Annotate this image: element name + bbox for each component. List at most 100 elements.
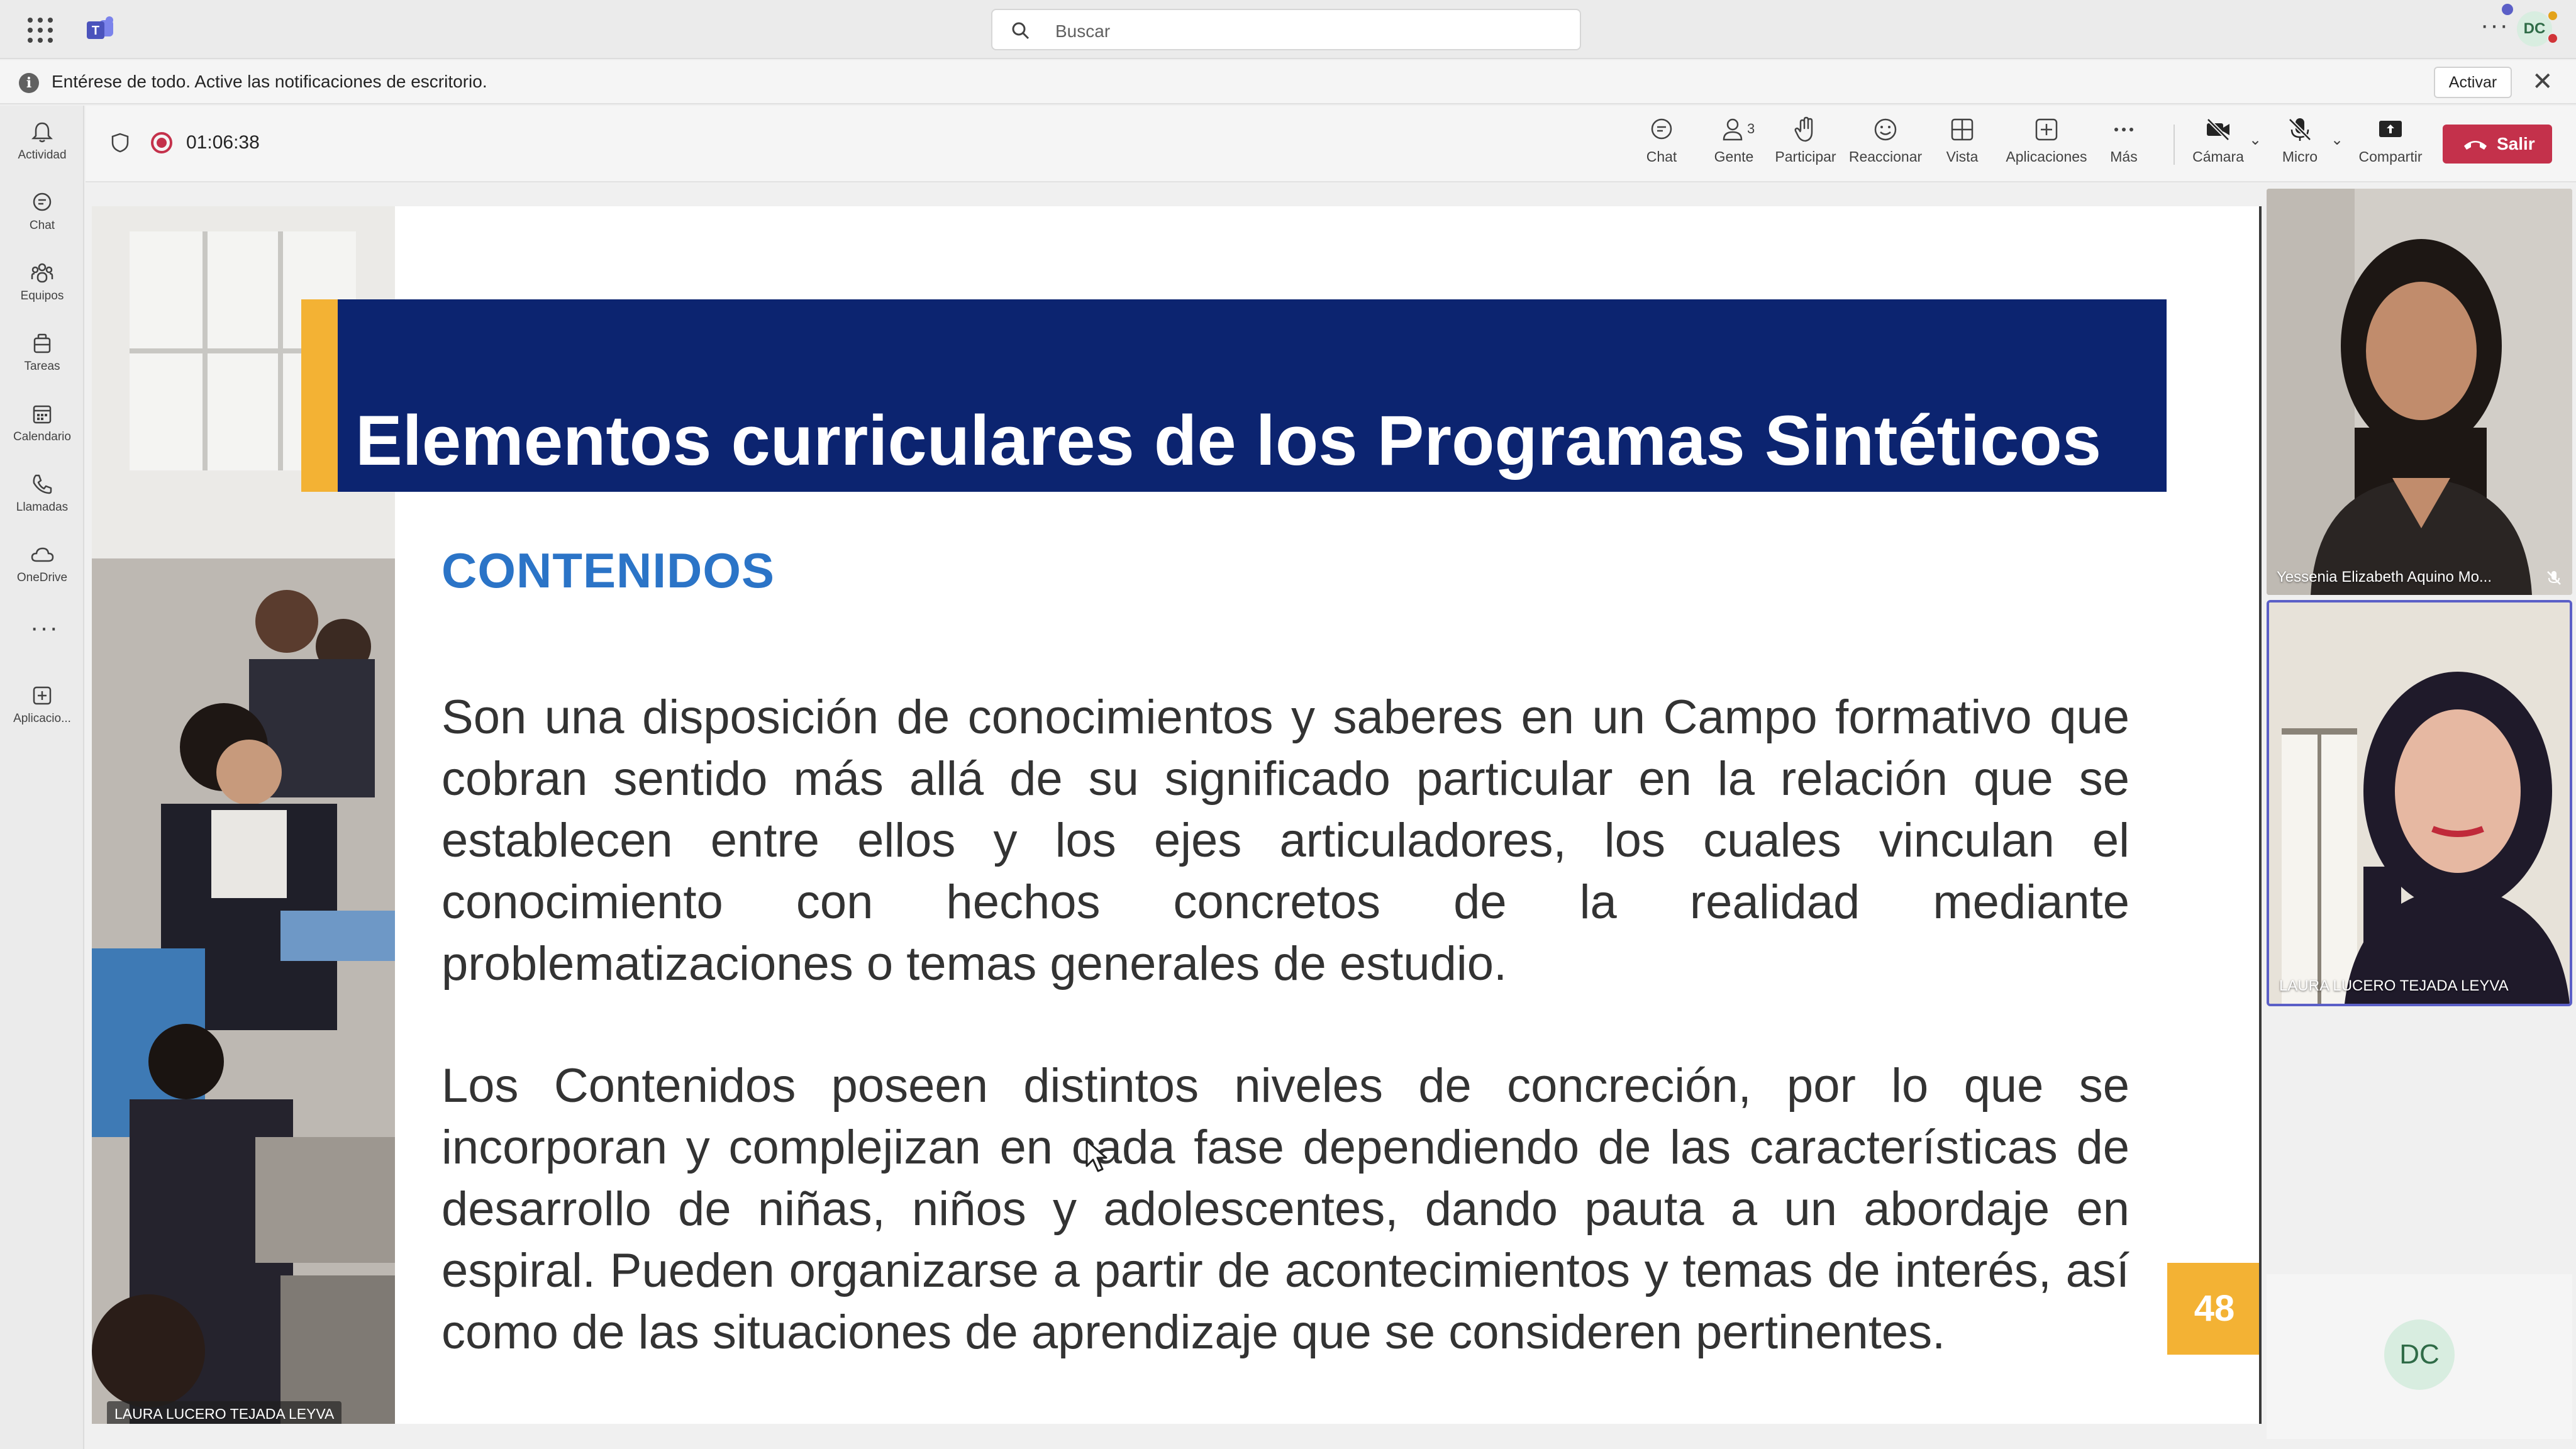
- shield-icon: [111, 133, 129, 153]
- apps-button[interactable]: Aplicaciones: [2002, 116, 2090, 174]
- slide-title: Elementos curriculares de los Programas …: [355, 401, 2102, 480]
- share-button[interactable]: Compartir: [2356, 116, 2425, 174]
- calendar-icon: [33, 405, 52, 424]
- apps-label: Aplicaciones: [2006, 148, 2087, 165]
- participant-tile[interactable]: Yessenia Elizabeth Aquino Mo...: [2267, 189, 2572, 595]
- people-button[interactable]: 3 Gente: [1706, 116, 1762, 174]
- camera-button[interactable]: Cámara: [2191, 116, 2245, 174]
- recording-icon: [151, 132, 172, 153]
- react-button[interactable]: Reaccionar: [1846, 116, 1924, 174]
- activate-notifications-button[interactable]: Activar: [2434, 67, 2512, 98]
- mic-off-icon: [2288, 118, 2312, 142]
- rail-item-teams[interactable]: Equipos: [0, 252, 84, 321]
- slide-paragraph-2: Los Contenidos poseen distintos niveles …: [441, 1059, 2129, 1359]
- slide-page-number: 48: [2167, 1263, 2262, 1355]
- chat-button[interactable]: Chat: [1636, 116, 1687, 174]
- rail-item-label: Llamadas: [16, 501, 69, 514]
- hand-icon: [1794, 116, 1813, 142]
- chat-icon: [33, 192, 52, 211]
- raise-hand-button[interactable]: Participar: [1771, 116, 1840, 174]
- avatar: DC: [2384, 1319, 2455, 1390]
- rail-item-apps[interactable]: Aplicacio...: [0, 674, 84, 743]
- participant-video: [2269, 602, 2570, 1004]
- camera-label: Cámara: [2192, 148, 2244, 165]
- rail-item-label: OneDrive: [16, 571, 68, 584]
- participant-video: [2267, 189, 2572, 595]
- search-icon: [1012, 22, 1030, 40]
- mic-chevron-down-icon[interactable]: ⌄: [2331, 131, 2343, 149]
- smiley-icon: [1874, 118, 1897, 141]
- notification-banner: i Entérese de todo. Active las notificac…: [0, 60, 2576, 104]
- rail-item-chat[interactable]: Chat: [0, 181, 84, 250]
- leave-label: Salir: [2497, 134, 2535, 153]
- teams-logo-icon: T: [87, 16, 113, 39]
- rail-item-label: Aplicacio...: [13, 712, 71, 725]
- chat-icon: [1651, 118, 1672, 140]
- teams-icon: [31, 263, 53, 283]
- mic-off-icon: [2547, 571, 2561, 585]
- presenter-name-tag: LAURA LUCERO TEJADA LEYVA: [107, 1401, 342, 1424]
- presence-busy-badge: [2547, 33, 2558, 44]
- people-label: Gente: [1714, 148, 1754, 165]
- slide-title-banner: Elementos curriculares de los Programas …: [301, 299, 2167, 492]
- view-label: Vista: [1946, 148, 1979, 165]
- slide-paragraph-1: Son una disposición de conocimientos y s…: [441, 691, 2129, 991]
- participant-name: Yessenia Elizabeth Aquino Mo...: [2277, 569, 2492, 586]
- self-participant-tile[interactable]: DC: [2267, 1274, 2572, 1439]
- rail-item-calendar[interactable]: Calendario: [0, 392, 84, 462]
- participant-tile-active-speaker[interactable]: LAURA LUCERO TEJADA LEYVA: [2267, 600, 2572, 1006]
- rail-item-label: Actividad: [18, 148, 67, 162]
- add-app-icon: [33, 686, 52, 705]
- close-icon[interactable]: ✕: [2532, 69, 2553, 94]
- view-button[interactable]: Vista: [1937, 116, 1987, 174]
- grid-view-icon: [1951, 118, 1974, 141]
- app-rail: Actividad Chat Equipos Tareas Calendario…: [0, 106, 84, 1449]
- chat-label: Chat: [1646, 148, 1677, 165]
- meeting-stage: Elementos curriculares de los Programas …: [86, 184, 2576, 1449]
- title-bar: T Buscar ··· DC: [0, 0, 2576, 59]
- shared-presentation-slide: Elementos curriculares de los Programas …: [92, 206, 2262, 1424]
- mic-button[interactable]: Micro: [2278, 116, 2322, 174]
- phone-icon: [33, 474, 52, 494]
- share-label: Compartir: [2358, 148, 2423, 165]
- leave-button[interactable]: Salir: [2443, 125, 2552, 164]
- search-placeholder: Buscar: [1055, 21, 1111, 41]
- rail-item-label: Tareas: [24, 360, 60, 373]
- rail-item-activity[interactable]: Actividad: [0, 111, 84, 180]
- more-button[interactable]: Más: [2102, 116, 2146, 174]
- camera-off-icon: [2206, 118, 2230, 142]
- app-launcher-icon[interactable]: [28, 18, 53, 43]
- rail-item-label: Calendario: [13, 430, 71, 443]
- banner-accent-bar: [301, 299, 338, 492]
- svg-text:T: T: [92, 24, 99, 38]
- share-screen-icon: [2379, 121, 2402, 137]
- more-apps-icon[interactable]: ···: [30, 614, 59, 642]
- slide-frame-edge: [2259, 206, 2262, 1424]
- slide-subtitle: CONTENIDOS: [441, 543, 775, 598]
- search-input[interactable]: Buscar: [991, 9, 1581, 50]
- more-options-icon[interactable]: ···: [2480, 11, 2509, 40]
- rail-item-calls[interactable]: Llamadas: [0, 463, 84, 532]
- rail-item-label: Chat: [29, 219, 55, 232]
- more-icon: [2114, 128, 2133, 131]
- more-label: Más: [2110, 148, 2138, 165]
- notification-message: Entérese de todo. Active las notificacio…: [52, 72, 487, 91]
- raise-hand-label: Participar: [1775, 148, 1836, 165]
- people-count: 3: [1747, 121, 1755, 136]
- rail-item-onedrive[interactable]: OneDrive: [0, 533, 84, 602]
- add-app-icon: [2035, 118, 2058, 141]
- participant-name: LAURA LUCERO TEJADA LEYVA: [2279, 977, 2509, 994]
- rail-item-tasks[interactable]: Tareas: [0, 322, 84, 391]
- meeting-timer: 01:06:38: [186, 132, 260, 153]
- tasks-icon: [33, 333, 51, 353]
- mouse-cursor-icon: [1085, 1140, 1108, 1172]
- presence-away-badge: [2547, 10, 2558, 21]
- hang-up-icon: [2464, 141, 2487, 150]
- people-icon: [1723, 118, 1743, 141]
- meeting-toolbar: 01:06:38 Chat 3 Gente Participar Reaccio…: [86, 106, 2576, 182]
- rail-item-label: Equipos: [20, 289, 64, 303]
- camera-chevron-down-icon[interactable]: ⌄: [2249, 131, 2262, 149]
- bell-icon: [31, 122, 53, 143]
- info-icon: i: [19, 73, 39, 93]
- cloud-icon: [31, 547, 54, 562]
